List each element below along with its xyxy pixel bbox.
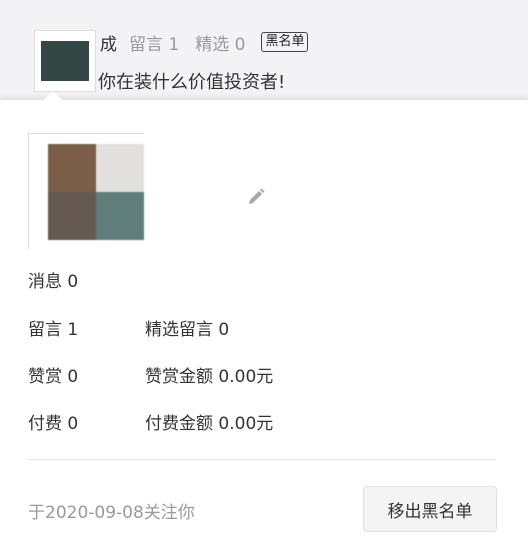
divider bbox=[28, 459, 496, 460]
payments-count: 付费 0 bbox=[28, 414, 79, 434]
remove-from-blacklist-button[interactable]: 移出黑名单 bbox=[363, 486, 497, 532]
comment-meta: 成 留言 1 精选 0 黑名单 bbox=[100, 30, 309, 55]
commenter-avatar[interactable] bbox=[34, 30, 96, 92]
stats-row-rewards: 赞赏 0 赞赏金额 0.00元 bbox=[28, 362, 273, 387]
avatar-image bbox=[41, 41, 89, 81]
edit-remark-button[interactable] bbox=[246, 187, 266, 207]
user-info-popover: 消息 0 留言 1 精选留言 0 赞赏 0 赞赏金额 0.00元 付费 0 付费… bbox=[0, 91, 528, 551]
comment-text: 你在装什么价值投资者! bbox=[98, 72, 286, 93]
stats-row-comments: 留言 1 精选留言 0 bbox=[28, 315, 229, 340]
comments-count: 留言 1 bbox=[28, 320, 79, 340]
mosaic-tile bbox=[96, 144, 144, 192]
comment-selected-count: 精选 0 bbox=[195, 34, 246, 55]
blacklist-badge: 黑名单 bbox=[261, 32, 309, 52]
mosaic-tile bbox=[48, 192, 96, 240]
rewards-count: 赞赏 0 bbox=[28, 367, 79, 387]
pencil-icon bbox=[249, 188, 265, 204]
profile-avatar bbox=[28, 133, 144, 249]
popover-arrow bbox=[44, 91, 62, 100]
stats-row-payments: 付费 0 付费金额 0.00元 bbox=[28, 409, 273, 434]
mosaic-tile bbox=[96, 192, 144, 240]
mosaic-tile bbox=[48, 144, 96, 192]
payment-amount: 付费金额 0.00元 bbox=[145, 414, 274, 434]
commenter-name[interactable]: 成 bbox=[100, 30, 117, 55]
selected-comments-count: 精选留言 0 bbox=[145, 320, 230, 340]
follow-date: 于2020-09-08关注你 bbox=[28, 503, 195, 523]
reward-amount: 赞赏金额 0.00元 bbox=[145, 367, 274, 387]
messages-count: 消息 0 bbox=[28, 272, 79, 292]
avatar-mosaic-image bbox=[48, 144, 144, 240]
stats-row-messages: 消息 0 bbox=[28, 267, 78, 292]
comment-row: 成 留言 1 精选 0 黑名单 你在装什么价值投资者! bbox=[0, 0, 528, 100]
comment-replies-count: 留言 1 bbox=[129, 34, 180, 55]
